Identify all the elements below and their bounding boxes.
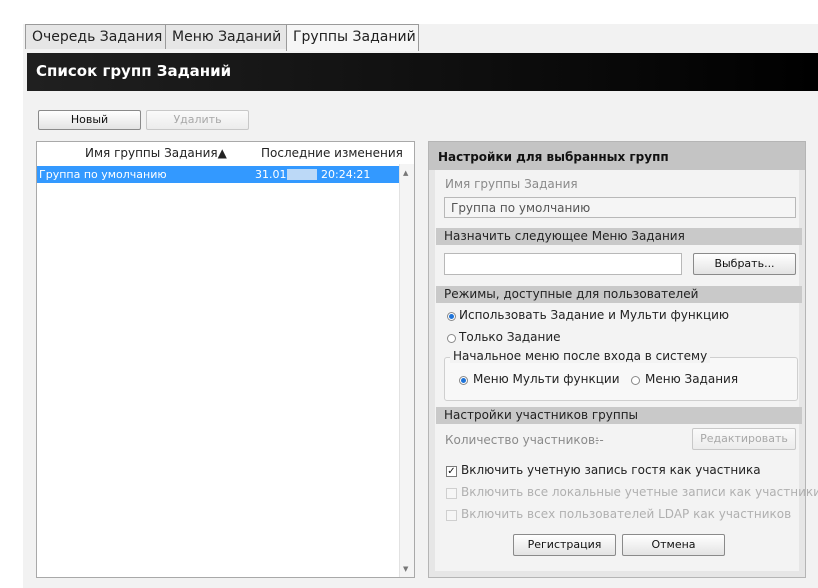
panel-header: Настройки для выбранных групп: [429, 142, 805, 170]
column-header-name[interactable]: Имя группы Задания▲: [85, 146, 227, 160]
start-menu-radio-multi[interactable]: [459, 376, 468, 385]
list-scrollbar[interactable]: ▲ ▼: [399, 164, 414, 577]
start-menu-multi-label: Меню Мульти функции: [473, 372, 620, 386]
cancel-button[interactable]: Отмена: [622, 534, 725, 556]
mode-option-job-only-label: Только Задание: [459, 330, 561, 344]
panel-title: Настройки для выбранных групп: [438, 150, 669, 164]
select-menu-button[interactable]: Выбрать...: [693, 253, 796, 275]
register-button[interactable]: Регистрация: [513, 534, 616, 556]
group-name-field[interactable]: Группа по умолчанию: [444, 197, 796, 218]
members-count-value: --: [595, 433, 604, 447]
assign-menu-field[interactable]: [444, 253, 682, 275]
group-list: Имя группы Задания▲ Последние изменения …: [36, 141, 415, 578]
row-time: 20:24:21: [321, 168, 371, 181]
ldap-users-checkbox-label: Включить всех пользователей LDAP как уча…: [461, 507, 792, 521]
page-title: Список групп Заданий: [36, 62, 232, 80]
start-menu-legend: Начальное меню после входа в систему: [450, 349, 711, 363]
mode-radio-job-multi[interactable]: [447, 312, 456, 321]
edit-members-button[interactable]: Редактировать: [692, 428, 796, 450]
members-count-label: Количество участников:: [445, 433, 600, 447]
delete-button[interactable]: Удалить: [146, 110, 249, 130]
section-members: Настройки участников группы: [436, 407, 802, 424]
local-accounts-checkbox-label: Включить все локальные учетные записи ка…: [461, 485, 818, 499]
section-modes: Режимы, доступные для пользователей: [436, 286, 802, 303]
start-menu-job-label: Меню Задания: [645, 372, 739, 386]
tab-job-groups[interactable]: Группы Заданий: [286, 24, 419, 51]
scroll-up-icon[interactable]: ▲: [403, 169, 408, 177]
ldap-users-checkbox[interactable]: [446, 510, 457, 521]
tab-job-menus[interactable]: Меню Заданий: [165, 24, 287, 49]
tab-bar: Очередь Задания Меню Заданий Группы Зада…: [25, 24, 818, 51]
new-button[interactable]: Новый: [38, 110, 141, 130]
column-header-modified[interactable]: Последние изменения: [261, 146, 403, 160]
page-header: Список групп Заданий: [27, 53, 818, 91]
redacted-date: [287, 169, 317, 180]
guest-checkbox[interactable]: ✓: [446, 466, 457, 477]
start-menu-radio-job[interactable]: [631, 376, 640, 385]
tab-job-queue[interactable]: Очередь Задания: [25, 24, 166, 49]
local-accounts-checkbox[interactable]: [446, 488, 457, 499]
table-row[interactable]: Группа по умолчанию 31.01. 20:24:21: [37, 166, 400, 183]
row-name: Группа по умолчанию: [39, 168, 167, 181]
row-date: 31.01.: [255, 168, 290, 181]
group-name-label: Имя группы Задания: [445, 177, 578, 191]
section-assign-menu: Назначить следующее Меню Задания: [436, 228, 802, 245]
mode-option-job-multi-label: Использовать Задание и Мульти функцию: [459, 308, 730, 322]
guest-checkbox-label: Включить учетную запись гостя как участн…: [461, 463, 761, 477]
mode-radio-job-only[interactable]: [447, 334, 456, 343]
scroll-down-icon[interactable]: ▼: [403, 565, 408, 573]
